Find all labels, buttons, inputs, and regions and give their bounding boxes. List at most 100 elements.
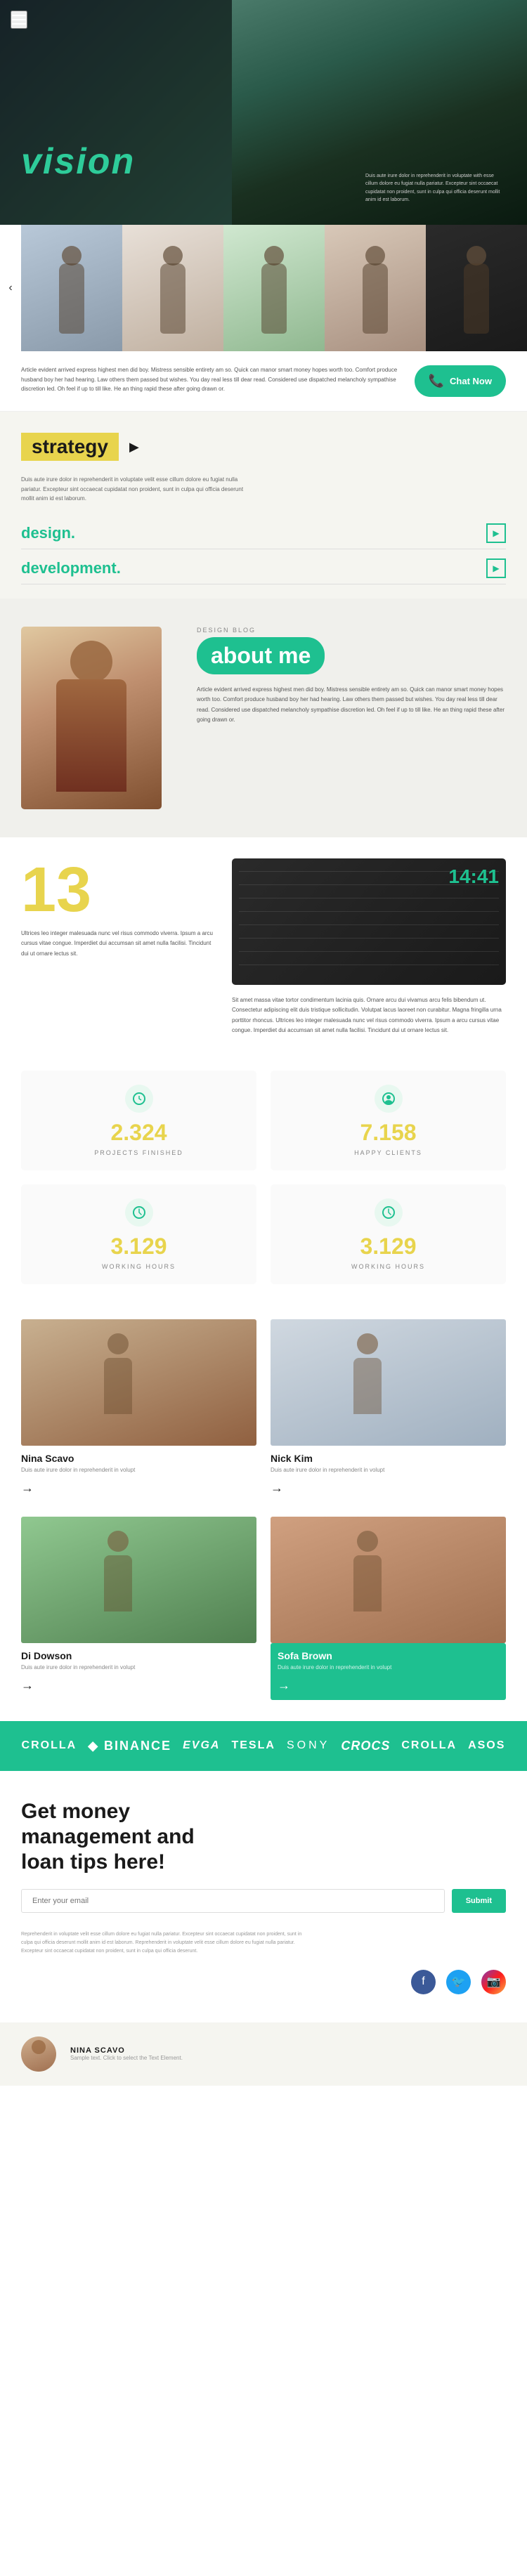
newsletter-submit-button[interactable]: Submit <box>452 1889 506 1913</box>
team-sofa-name: Sofa Brown <box>278 1650 499 1661</box>
team-nina-image <box>21 1319 256 1446</box>
metric-projects-label: PROJECTS FINISHED <box>35 1149 242 1156</box>
person-silhouette-5 <box>455 246 497 351</box>
strategy-link-development-arrow[interactable]: ▶ <box>486 558 506 578</box>
hero-section: vision Duis aute irure dolor in reprehen… <box>0 0 527 225</box>
facebook-icon[interactable]: f <box>411 1970 436 1994</box>
team-nick-arrow[interactable]: → <box>271 1481 283 1496</box>
metrics-section: 2.324 PROJECTS FINISHED 7.158 HAPPY CLIE… <box>0 1057 527 1305</box>
person-silhouette-2 <box>152 246 194 351</box>
team-sofa-arrow[interactable]: → <box>278 1678 290 1693</box>
team-card-sofa: Sofa Brown Duis aute irure dolor in repr… <box>271 1517 506 1700</box>
about-text: Article evident arrived express highest … <box>197 685 506 726</box>
about-tag: DESIGN BLOG <box>197 627 506 634</box>
team-nina-info: Nina Scavo Duis aute irure dolor in repr… <box>21 1446 256 1503</box>
about-left <box>21 627 176 809</box>
newsletter-section: Get money management and loan tips here!… <box>0 1771 527 2022</box>
footer-avatar <box>21 2036 56 2072</box>
metric-clients-number: 7.158 <box>285 1120 492 1146</box>
team-section: Nina Scavo Duis aute irure dolor in repr… <box>0 1305 527 1721</box>
metric-clients-icon <box>375 1085 403 1113</box>
brand-tesla: TESLA <box>231 1739 275 1752</box>
metric-hours-1-label: WORKING HOURS <box>35 1263 242 1270</box>
metric-hours-1-icon <box>125 1198 153 1227</box>
team-card-di: Di Dowson Duis aute irure dolor in repre… <box>21 1517 256 1700</box>
hero-text: Duis aute irure dolor in reprehenderit i… <box>365 172 506 204</box>
team-nick-info: Nick Kim Duis aute irure dolor in repreh… <box>271 1446 506 1503</box>
metric-hours-2-label: WORKING HOURS <box>285 1263 492 1270</box>
team-di-image <box>21 1517 256 1643</box>
metric-projects: 2.324 PROJECTS FINISHED <box>21 1071 256 1170</box>
metric-hours-1: 3.129 WORKING HOURS <box>21 1184 256 1284</box>
brands-section: CROLLA ◆ BINANCE EVGA TESLA SONY crocs C… <box>0 1721 527 1771</box>
metric-hours-2-icon <box>375 1198 403 1227</box>
social-icons: f 🐦 📷 <box>21 1970 506 1994</box>
team-nick-image <box>271 1319 506 1446</box>
hero-title: vision <box>21 140 135 183</box>
team-card-nina: Nina Scavo Duis aute irure dolor in repr… <box>21 1319 256 1503</box>
footer: NINA SCAVO Sample text. Click to select … <box>0 2022 527 2086</box>
metric-projects-number: 2.324 <box>35 1120 242 1146</box>
person-card-3 <box>223 225 325 351</box>
big-number: 13 <box>21 858 218 922</box>
hamburger-menu[interactable] <box>11 11 27 29</box>
brand-sony: SONY <box>287 1739 330 1752</box>
team-sofa-desc: Duis aute irure dolor in reprehenderit i… <box>278 1663 499 1673</box>
person-bg-1 <box>21 225 122 351</box>
team-sofa-image <box>271 1517 506 1643</box>
newsletter-email-input[interactable] <box>21 1889 445 1913</box>
team-nina-name: Nina Scavo <box>21 1453 256 1464</box>
brand-crolla-2: CROLLA <box>401 1739 457 1752</box>
chat-label: Chat Now <box>450 376 492 386</box>
stats-right: 14:41 Sit amet massa vitae tortor condim… <box>232 858 506 1036</box>
metric-clients: 7.158 HAPPY CLIENTS <box>271 1071 506 1170</box>
hero-content: vision <box>21 140 135 183</box>
stats-section: 13 Ultrices leo integer malesuada nunc v… <box>0 837 527 1057</box>
brand-asos: asos <box>468 1739 505 1752</box>
article-text: Article evident arrived express highest … <box>21 365 401 394</box>
footer-name: NINA SCAVO <box>70 2046 506 2055</box>
about-right: DESIGN BLOG about me Article evident arr… <box>197 627 506 809</box>
team-sofa-silhouette <box>367 1559 410 1643</box>
team-nina-silhouette <box>118 1361 160 1446</box>
strategy-link-design-arrow[interactable]: ▶ <box>486 523 506 543</box>
stats-text-below: Sit amet massa vitae tortor condimentum … <box>232 995 506 1036</box>
team-di-arrow[interactable]: → <box>21 1678 34 1693</box>
about-person-image <box>21 627 162 809</box>
team-di-desc: Duis aute irure dolor in reprehenderit i… <box>21 1663 256 1673</box>
team-sofa-info: Sofa Brown Duis aute irure dolor in repr… <box>271 1643 506 1700</box>
strategy-link-design-label: design. <box>21 524 75 542</box>
team-nick-desc: Duis aute irure dolor in reprehenderit i… <box>271 1466 506 1475</box>
brand-binance: ◆ BINANCE <box>88 1739 171 1753</box>
brand-crolla-1: CROLLA <box>22 1739 77 1752</box>
strategy-link-design[interactable]: design. ▶ <box>21 518 506 549</box>
stats-subtitle: Ultrices leo integer malesuada nunc vel … <box>21 929 218 959</box>
person-bg-5 <box>426 225 527 351</box>
team-di-silhouette <box>118 1559 160 1643</box>
person-bg-3 <box>223 225 325 351</box>
about-title: about me <box>197 637 325 674</box>
twitter-icon[interactable]: 🐦 <box>446 1970 471 1994</box>
person-card-1 <box>21 225 122 351</box>
strategy-link-development[interactable]: development. ▶ <box>21 553 506 584</box>
instagram-icon[interactable]: 📷 <box>481 1970 506 1994</box>
person-silhouette-1 <box>51 246 93 351</box>
footer-info: NINA SCAVO Sample text. Click to select … <box>70 2046 506 2061</box>
carousel-left-arrow[interactable]: ‹ <box>0 225 21 351</box>
people-carousel: ‹ <box>0 225 527 351</box>
strategy-links: design. ▶ development. ▶ <box>21 518 506 584</box>
strategy-section: strategy ▶ Duis aute irure dolor in repr… <box>0 412 527 599</box>
chat-button[interactable]: 📞 Chat Now <box>415 365 506 397</box>
metric-hours-2-number: 3.129 <box>285 1234 492 1260</box>
strategy-text: Duis aute irure dolor in reprehenderit i… <box>21 475 246 504</box>
notebook-image: 14:41 <box>232 858 506 985</box>
person-card-2 <box>122 225 223 351</box>
metric-projects-icon <box>125 1085 153 1113</box>
newsletter-form: Submit <box>21 1889 506 1913</box>
brand-crocs: crocs <box>341 1739 390 1753</box>
strategy-header: strategy ▶ <box>21 433 506 461</box>
team-nina-arrow[interactable]: → <box>21 1481 34 1496</box>
article-section: Article evident arrived express highest … <box>0 351 527 411</box>
hero-text-block: Duis aute irure dolor in reprehenderit i… <box>365 172 506 204</box>
newsletter-disclaimer: Reprehenderit in voluptate velit esse ci… <box>21 1930 302 1956</box>
